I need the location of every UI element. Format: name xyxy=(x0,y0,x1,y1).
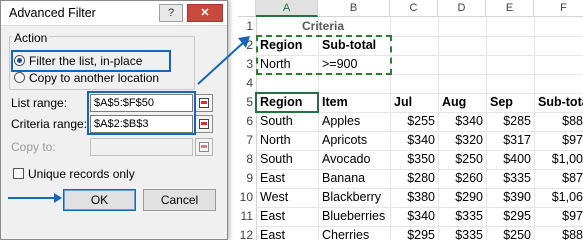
row-header[interactable]: 12 xyxy=(238,226,256,240)
checkbox-icon xyxy=(13,168,24,179)
table-cell[interactable]: $350 xyxy=(390,150,438,169)
table-cell[interactable]: $340 xyxy=(438,112,486,131)
header-item[interactable]: Item xyxy=(320,93,348,112)
table-cell[interactable]: $380 xyxy=(390,188,438,207)
ok-button[interactable]: OK xyxy=(63,189,136,211)
criteria-title[interactable]: Criteria xyxy=(256,17,390,36)
close-icon: ✕ xyxy=(200,7,210,19)
table-cell[interactable]: West xyxy=(258,188,288,207)
list-range-label: List range: xyxy=(11,96,68,110)
table-cell[interactable]: $335 xyxy=(438,226,486,240)
list-range-collapse-button[interactable] xyxy=(195,94,213,112)
column-header-c[interactable]: C xyxy=(390,0,438,17)
cancel-button[interactable]: Cancel xyxy=(143,189,216,211)
column-header-f[interactable]: F xyxy=(534,0,583,17)
copy-to-input[interactable] xyxy=(90,138,193,156)
table-cell[interactable]: South xyxy=(258,150,293,169)
dialog-titlebar[interactable]: Advanced Filter ? ✕ xyxy=(1,1,227,26)
criteria-range-label: Criteria range: xyxy=(11,117,88,131)
table-cell[interactable]: $317 xyxy=(486,131,534,150)
table-cell[interactable]: $250 xyxy=(438,150,486,169)
table-cell[interactable]: $1,00 xyxy=(534,150,583,169)
range-picker-marker xyxy=(201,101,207,104)
table-cell[interactable]: Avocado xyxy=(320,150,370,169)
active-cell-outline xyxy=(255,92,319,113)
table-cell[interactable]: South xyxy=(258,112,293,131)
row-header[interactable]: 8 xyxy=(238,150,256,169)
table-cell[interactable]: Apples xyxy=(320,112,360,131)
action-group-label: Action xyxy=(12,31,50,45)
row-header[interactable]: 10 xyxy=(238,188,256,207)
copy-to-label: Copy to: xyxy=(11,140,56,154)
table-cell[interactable]: $295 xyxy=(486,207,534,226)
header-subtotal[interactable]: Sub-tota xyxy=(536,93,583,112)
table-cell[interactable]: $390 xyxy=(486,188,534,207)
table-cell[interactable]: North xyxy=(258,131,291,150)
table-cell[interactable]: Banana xyxy=(320,169,365,188)
select-all-corner[interactable] xyxy=(238,0,256,17)
column-header-a[interactable]: A xyxy=(256,0,318,17)
column-header-row: A B C D E F xyxy=(238,0,583,17)
table-cell[interactable]: Apricots xyxy=(320,131,367,150)
table-cell[interactable]: $97 xyxy=(534,207,583,226)
criteria-pointer-arrow-icon xyxy=(197,36,250,85)
criteria-range-marquee xyxy=(256,35,392,75)
table-cell[interactable]: $255 xyxy=(390,112,438,131)
table-cell[interactable]: $400 xyxy=(486,150,534,169)
radio-copy-label: Copy to another location xyxy=(29,71,160,85)
table-cell[interactable]: $335 xyxy=(486,169,534,188)
table-cell[interactable]: $340 xyxy=(390,131,438,150)
table-cell[interactable]: $88 xyxy=(534,112,583,131)
range-picker-marker xyxy=(201,122,207,125)
unique-records-checkbox[interactable]: Unique records only xyxy=(13,166,135,182)
header-sep[interactable]: Sep xyxy=(488,93,513,112)
help-button[interactable]: ? xyxy=(159,4,183,22)
column-header-d[interactable]: D xyxy=(438,0,486,17)
row-header[interactable]: 6 xyxy=(238,112,256,131)
row-header[interactable]: 9 xyxy=(238,169,256,188)
table-cell[interactable]: Cherries xyxy=(320,226,369,240)
table-cell[interactable]: $87 xyxy=(534,169,583,188)
table-cell[interactable]: $97 xyxy=(534,131,583,150)
radio-unselected-icon xyxy=(14,72,25,83)
copy-to-collapse-button[interactable] xyxy=(195,138,213,156)
table-cell[interactable]: $250 xyxy=(486,226,534,240)
help-icon: ? xyxy=(167,7,175,19)
range-picker-marker xyxy=(201,145,207,148)
table-cell[interactable]: $335 xyxy=(438,207,486,226)
column-header-e[interactable]: E xyxy=(486,0,534,17)
table-cell[interactable]: $295 xyxy=(390,226,438,240)
column-header-b[interactable]: B xyxy=(318,0,390,17)
close-button[interactable]: ✕ xyxy=(187,4,223,22)
table-cell[interactable]: Blueberries xyxy=(320,207,385,226)
row-header[interactable]: 7 xyxy=(238,131,256,150)
ok-pointer-arrow-icon xyxy=(8,193,62,203)
row-header[interactable]: 5 xyxy=(238,93,256,112)
table-cell[interactable]: $340 xyxy=(390,207,438,226)
table-cell[interactable]: East xyxy=(258,226,285,240)
table-cell[interactable]: $290 xyxy=(438,188,486,207)
filter-in-place-highlight xyxy=(11,50,171,72)
header-jul[interactable]: Jul xyxy=(392,93,412,112)
header-aug[interactable]: Aug xyxy=(440,93,466,112)
table-cell[interactable]: East xyxy=(258,169,285,188)
dialog-title: Advanced Filter xyxy=(9,6,96,20)
unique-records-label: Unique records only xyxy=(28,167,135,181)
range-fields-highlight xyxy=(87,91,196,135)
criteria-range-collapse-button[interactable] xyxy=(195,115,213,133)
table-cell[interactable]: $88 xyxy=(534,226,583,240)
table-cell[interactable]: $1,06 xyxy=(534,188,583,207)
row-header[interactable]: 11 xyxy=(238,207,256,226)
table-cell[interactable]: $285 xyxy=(486,112,534,131)
table-cell[interactable]: $280 xyxy=(390,169,438,188)
spreadsheet-grid[interactable]: A B C D E F 1 2 3 4 5 6 7 8 9 10 11 12 C… xyxy=(238,0,583,240)
table-cell[interactable]: Blackberry xyxy=(320,188,381,207)
table-cell[interactable]: East xyxy=(258,207,285,226)
table-cell[interactable]: $320 xyxy=(438,131,486,150)
radio-copy-to-location[interactable]: Copy to another location xyxy=(14,70,159,86)
table-cell[interactable]: $260 xyxy=(438,169,486,188)
